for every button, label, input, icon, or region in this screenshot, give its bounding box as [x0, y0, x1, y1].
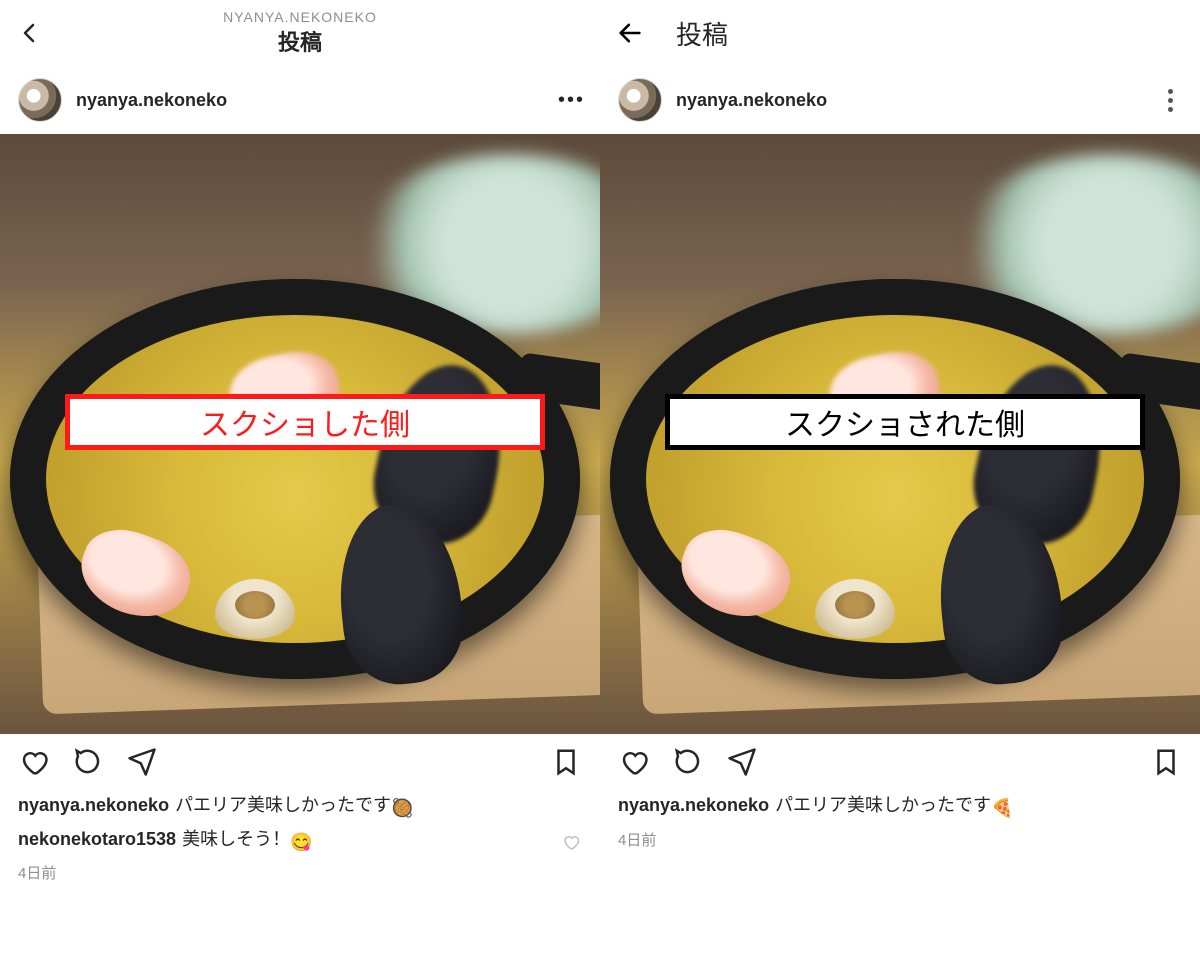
- post-image[interactable]: スクショした側: [0, 134, 600, 734]
- paella-emoji-icon: 🥘: [391, 793, 413, 824]
- overlay-label: スクショされた側: [665, 394, 1145, 450]
- back-arrow-icon[interactable]: [616, 19, 644, 47]
- share-plane-icon[interactable]: [726, 746, 758, 778]
- caption-area: nyanya.nekoneko パエリア美味しかったです🍕 4日前: [600, 790, 1200, 853]
- overlay-label-text: スクショした側: [200, 400, 410, 444]
- header: 投稿: [600, 0, 1200, 66]
- comment-bubble-icon[interactable]: [72, 746, 104, 778]
- avatar[interactable]: [618, 78, 662, 122]
- header-title: 投稿: [676, 15, 728, 52]
- post-image[interactable]: スクショされた側: [600, 134, 1200, 734]
- header-subtitle: NYANYA.NEKONEKO: [0, 9, 600, 25]
- header-title-block: NYANYA.NEKONEKO 投稿: [0, 9, 600, 57]
- comment-username[interactable]: nekonekotaro1538: [18, 829, 176, 849]
- caption-area: nyanya.nekoneko パエリア美味しかったです🥘 nekonekotar…: [0, 790, 600, 887]
- bookmark-icon[interactable]: [550, 746, 582, 778]
- header-title: 投稿: [0, 25, 600, 57]
- header: NYANYA.NEKONEKO 投稿: [0, 0, 600, 66]
- action-bar: [0, 734, 600, 790]
- timestamp: 4日前: [618, 828, 1182, 854]
- author-row: nyanya.nekoneko •••: [0, 66, 600, 134]
- timestamp: 4日前: [18, 861, 582, 887]
- action-bar: [600, 734, 1200, 790]
- author-username[interactable]: nyanya.nekoneko: [676, 90, 827, 111]
- pizza-emoji-icon: 🍕: [991, 793, 1013, 824]
- share-plane-icon[interactable]: [126, 746, 158, 778]
- caption-line: nyanya.nekoneko パエリア美味しかったです🥘: [18, 790, 582, 824]
- more-options-icon[interactable]: •••: [558, 89, 582, 112]
- author-username[interactable]: nyanya.nekoneko: [76, 90, 227, 111]
- comment-line: nekonekotaro1538 美味しそう！😋: [18, 824, 582, 858]
- like-heart-icon[interactable]: [18, 746, 50, 778]
- author-row: nyanya.nekoneko: [600, 66, 1200, 134]
- comment-bubble-icon[interactable]: [672, 746, 704, 778]
- like-heart-icon[interactable]: [618, 746, 650, 778]
- caption-text: パエリア美味しかったです: [775, 795, 991, 815]
- left-panel: NYANYA.NEKONEKO 投稿 nyanya.nekoneko ••• ス…: [0, 0, 600, 956]
- caption-text: パエリア美味しかったです: [175, 795, 391, 815]
- comment-text: 美味しそう！: [182, 829, 290, 849]
- overlay-label: スクショした側: [65, 394, 545, 450]
- caption-line: nyanya.nekoneko パエリア美味しかったです🍕: [618, 790, 1182, 824]
- yum-emoji-icon: 😋: [290, 827, 312, 858]
- avatar[interactable]: [18, 78, 62, 122]
- more-options-icon[interactable]: [1158, 89, 1182, 112]
- caption-username[interactable]: nyanya.nekoneko: [618, 795, 769, 815]
- like-comment-heart-icon[interactable]: [562, 830, 582, 850]
- overlay-label-text: スクショされた側: [785, 400, 1025, 444]
- right-panel: 投稿 nyanya.nekoneko スクショされた側: [600, 0, 1200, 956]
- caption-username[interactable]: nyanya.nekoneko: [18, 795, 169, 815]
- bookmark-icon[interactable]: [1150, 746, 1182, 778]
